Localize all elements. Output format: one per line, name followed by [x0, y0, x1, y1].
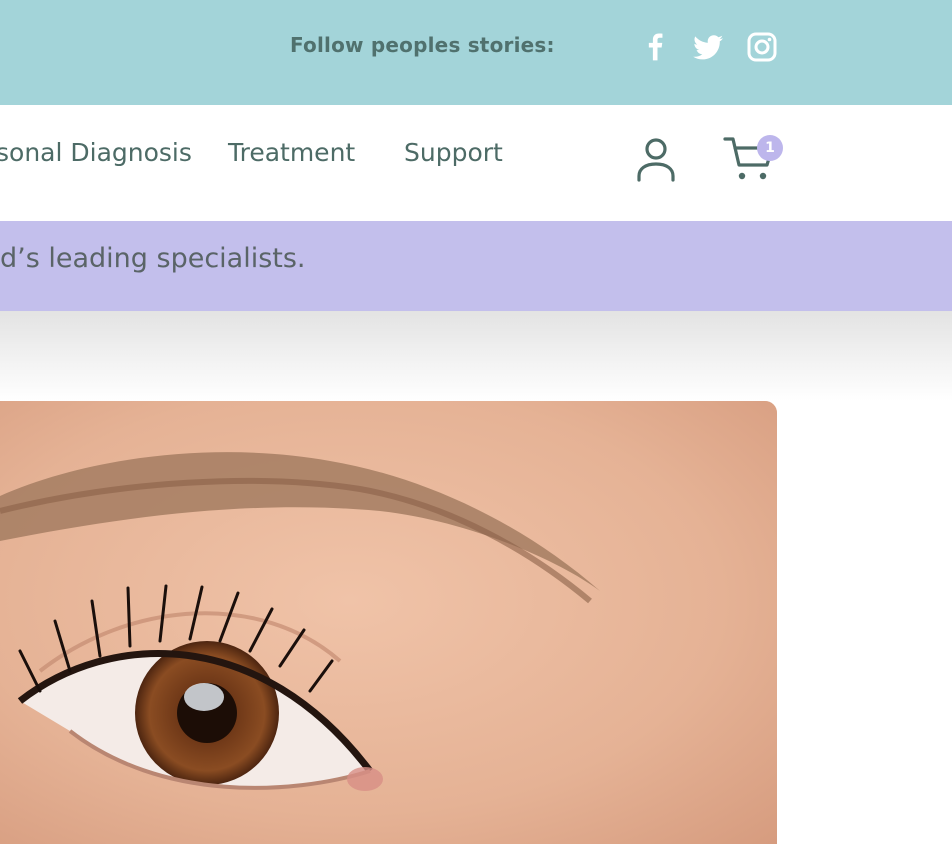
instagram-icon[interactable]: [745, 30, 779, 64]
section-shadow: [0, 311, 952, 401]
twitter-icon[interactable]: [691, 30, 725, 64]
promo-text: d’s leading specialists.: [0, 243, 306, 274]
cart-count-badge: 1: [757, 135, 783, 161]
follow-stories-label: Follow peoples stories:: [290, 33, 555, 57]
user-icon[interactable]: [634, 136, 678, 182]
nav-item-treatment[interactable]: Treatment: [228, 138, 355, 167]
facebook-icon[interactable]: [645, 30, 679, 64]
nav-item-support[interactable]: Support: [404, 138, 503, 167]
nav-item-personal-diagnosis[interactable]: sonal Diagnosis: [0, 138, 192, 167]
hero-eye-image: [0, 401, 777, 844]
